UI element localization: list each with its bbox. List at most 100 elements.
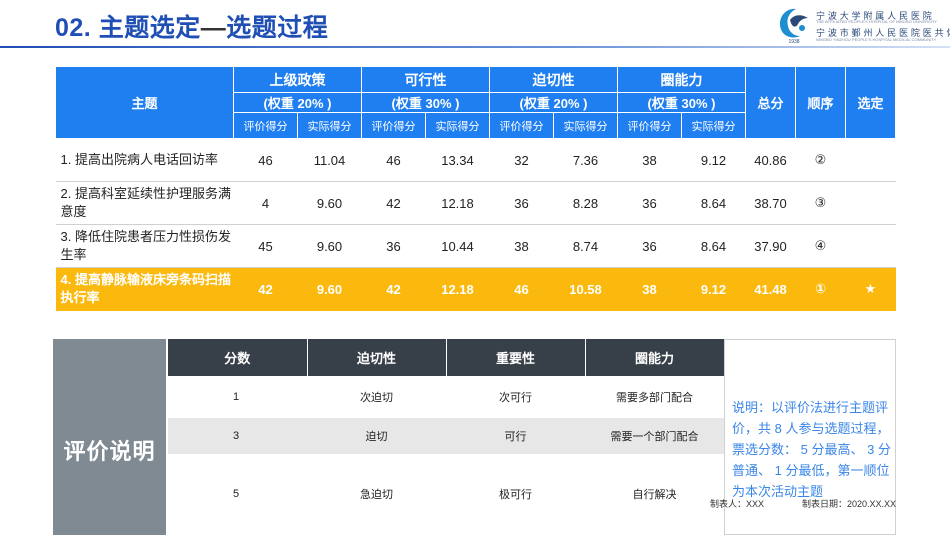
total-cell: 40.86 [745,138,796,182]
score-cell: 8.64 [681,181,746,225]
table-row: 2. 提高科室延续性护理服务满意度 4 9.60 42 12.18 36 8.2… [55,181,896,225]
eval-label: 评价说明 [63,439,156,464]
topic-cell: 1. 提高出院病人电话回访率 [55,138,234,182]
eval-cell: 次迫切 [307,376,446,418]
score-cell: 7.36 [553,138,618,182]
select-cell [845,181,896,225]
topic-cell: 2. 提高科室延续性护理服务满意度 [55,181,234,225]
eval-header-capability: 圈能力 [585,339,725,376]
total-cell: 41.48 [745,267,796,311]
topic-cell: 3. 降低住院患者压力性损伤发生率 [55,224,234,268]
order-cell: ④ [795,224,846,268]
eval-score-cell: 3 [168,418,307,454]
header-urgency-weight: (权重 20% ) [489,92,618,113]
eval-score-cell: 1 [168,376,307,418]
hospital-logo: 1938 宁 波 大 学 附 属 人 民 医 院 THE AFFILIATED … [776,6,950,46]
score-cell: 46 [489,267,554,311]
score-cell: 42 [361,181,426,225]
score-cell: 36 [361,224,426,268]
score-cell: 36 [489,181,554,225]
topic-selection-table: 主题 上级政策 可行性 迫切性 圈能力 总分 顺序 选定 (权重 20% ) (… [55,66,896,311]
select-cell [845,224,896,268]
title-divider [0,46,950,48]
eval-cell: 极可行 [446,454,585,534]
header-actual-score: 实际得分 [425,112,490,139]
score-cell: 46 [361,138,426,182]
emblem-year: 1938 [788,39,799,44]
score-cell: 8.64 [681,224,746,268]
score-cell: 46 [233,138,298,182]
star-icon: ★ [845,267,896,311]
table-date: 制表日期：2020.XX.XX [802,499,897,509]
header-eval-score: 评价得分 [233,112,298,139]
score-cell: 13.34 [425,138,490,182]
score-cell: 11.04 [297,138,362,182]
eval-cell: 迫切 [307,418,446,454]
header-capability-weight: (权重 30% ) [617,92,746,113]
header-eval-score: 评价得分 [361,112,426,139]
header-actual-score: 实际得分 [681,112,746,139]
total-cell: 37.90 [745,224,796,268]
eval-cell: 自行解决 [585,454,724,534]
eval-cell: 急迫切 [307,454,446,534]
score-cell: 9.60 [297,224,362,268]
score-cell: 32 [489,138,554,182]
eval-header-score: 分数 [168,339,308,376]
hospital-emblem-icon: 1938 [780,8,808,44]
score-cell: 36 [617,181,682,225]
score-cell: 9.12 [681,267,746,311]
topic-cell: 4. 提高静脉输液床旁条码扫描执行率 [55,267,234,311]
table-row: 3 迫切 可行 需要一个部门配合 [168,418,724,454]
order-cell: ② [795,138,846,182]
score-cell: 4 [233,181,298,225]
header-topic: 主题 [55,66,234,139]
table-maker: 制表人：XXX [710,499,765,509]
select-cell [845,138,896,182]
title-dash: — [200,14,227,42]
table-row: 5 急迫切 极可行 自行解决 [168,454,724,534]
score-cell: 9.60 [297,267,362,311]
header-policy-weight: (权重 20% ) [233,92,362,113]
logo-line2-en: NINGBO YINZHOU PEOPLE'S HOSPITAL MEDICAL… [816,37,937,42]
page-title: 02. 主题选定—选题过程 [55,8,328,44]
eval-cell: 需要一个部门配合 [585,418,724,454]
score-cell: 9.12 [681,138,746,182]
eval-criteria-table: 分数 迫切性 重要性 圈能力 1 次迫切 次可行 需要多部门配合 3 迫切 可行… [168,339,725,534]
logo-line1-en: THE AFFILIATED PEOPLE'S HOSPITAL OF NING… [816,19,937,24]
score-cell: 12.18 [425,267,490,311]
score-cell: 38 [617,267,682,311]
eval-header-urgency: 迫切性 [307,339,447,376]
header-total: 总分 [745,66,796,139]
header-capability: 圈能力 [617,66,746,93]
eval-cell: 次可行 [446,376,585,418]
header-policy: 上级政策 [233,66,362,93]
score-cell: 45 [233,224,298,268]
eval-score-cell: 5 [168,454,307,534]
score-cell: 12.18 [425,181,490,225]
header-select: 选定 [845,66,896,139]
order-cell: ① [795,267,846,311]
score-cell: 8.74 [553,224,618,268]
table-row: 1 次迫切 次可行 需要多部门配合 [168,376,724,418]
table-row: 3. 降低住院患者压力性损伤发生率 45 9.60 36 10.44 38 8.… [55,224,896,268]
header-eval-score: 评价得分 [489,112,554,139]
score-cell: 36 [617,224,682,268]
header-order: 顺序 [795,66,846,139]
header-actual-score: 实际得分 [553,112,618,139]
title-rest: 选题过程 [226,14,329,42]
order-cell: ③ [795,181,846,225]
eval-header-importance: 重要性 [446,339,586,376]
header-urgency: 迫切性 [489,66,618,93]
score-cell: 8.28 [553,181,618,225]
eval-cell: 需要多部门配合 [585,376,724,418]
table-row: 1. 提高出院病人电话回访率 46 11.04 46 13.34 32 7.36… [55,138,896,182]
table-row-selected: 4. 提高静脉输液床旁条码扫描执行率 42 9.60 42 12.18 46 1… [55,267,896,311]
header-feasibility-weight: (权重 30% ) [361,92,490,113]
score-cell: 38 [489,224,554,268]
score-cell: 38 [617,138,682,182]
score-cell: 42 [233,267,298,311]
total-cell: 38.70 [745,181,796,225]
title-main: 02. 主题选定 [55,14,201,42]
score-cell: 10.44 [425,224,490,268]
header-feasibility: 可行性 [361,66,490,93]
